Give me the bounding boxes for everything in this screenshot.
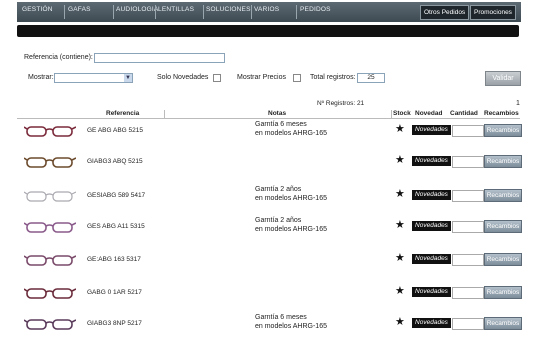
novedades-badge: Novedades xyxy=(412,318,451,328)
secondary-bar xyxy=(17,25,519,37)
glasses-thumbnail xyxy=(24,255,76,266)
row-referencia: GABG 0 1AR 5217 xyxy=(87,289,142,296)
novedades-badge: Novedades xyxy=(412,156,451,166)
recambios-button[interactable]: Recambios xyxy=(484,189,522,202)
note-line: en modelos AHRG-165 xyxy=(255,130,327,137)
row-referencia: GES ABG A11 5315 xyxy=(87,223,145,230)
cantidad-input[interactable] xyxy=(452,156,484,168)
glasses-thumbnail xyxy=(24,222,76,233)
note-line: Garntía 6 meses xyxy=(255,314,307,321)
table-row[interactable]: GESIABG 589 5417 Garntía 2 años en modelo… xyxy=(17,184,522,208)
promociones-button[interactable]: Promociones xyxy=(470,5,516,20)
mostrar-select[interactable]: ▼ xyxy=(54,73,133,83)
glasses-thumbnail xyxy=(24,319,76,330)
row-referencia: GE ABG ABG 5215 xyxy=(87,127,144,134)
nav-separator xyxy=(203,5,204,19)
nav-item-gafas[interactable]: GAFAS xyxy=(68,6,91,13)
chevron-down-icon: ▼ xyxy=(124,74,132,82)
recambios-button[interactable]: Recambios xyxy=(484,317,522,330)
novedades-badge: Novedades xyxy=(412,125,451,135)
novedades-badge: Novedades xyxy=(412,287,451,297)
referencia-input[interactable] xyxy=(94,53,225,63)
top-nav: GESTIÓN GAFAS AUDIOLOGIA LENTILLAS SOLUC… xyxy=(17,2,521,22)
novedades-badge: Novedades xyxy=(412,190,451,200)
recambios-button[interactable]: Recambios xyxy=(484,155,522,168)
table-row[interactable]: GE:ABG 163 5317 ★ Novedades Recambios xyxy=(17,248,522,272)
glasses-thumbnail xyxy=(24,288,76,299)
note-line: Garntía 2 años xyxy=(255,186,302,193)
note-line: en modelos AHRG-165 xyxy=(255,323,327,330)
note-line: en modelos AHRG-165 xyxy=(255,195,327,202)
nav-separator xyxy=(296,5,297,19)
row-notas: Garntía 2 años en modelos AHRG-165 xyxy=(255,185,327,203)
nav-item-lentillas[interactable]: LENTILLAS xyxy=(158,6,194,13)
cantidad-input[interactable] xyxy=(452,125,484,137)
registros-count: Nº Registros: 21 xyxy=(317,100,365,107)
table-row[interactable]: GIABG3 ABQ 5215 ★ Novedades Recambios xyxy=(17,150,522,174)
stock-star-icon: ★ xyxy=(395,252,405,264)
cantidad-input[interactable] xyxy=(452,318,484,330)
referencia-label: Referencia (contiene): xyxy=(24,54,93,61)
table-row[interactable]: GE ABG ABG 5215 Garntía 6 meses en modelo… xyxy=(17,119,522,143)
stock-star-icon: ★ xyxy=(395,154,405,166)
stock-star-icon: ★ xyxy=(395,123,405,135)
page-number[interactable]: 1 xyxy=(516,100,520,107)
stock-star-icon: ★ xyxy=(395,285,405,297)
nav-item-audiologia[interactable]: AUDIOLOGIA xyxy=(116,6,158,13)
nav-item-gestion[interactable]: GESTIÓN xyxy=(22,6,53,13)
mostrar-precios-label: Mostrar Precios xyxy=(237,74,287,81)
cantidad-input[interactable] xyxy=(452,190,484,202)
recambios-button[interactable]: Recambios xyxy=(484,253,522,266)
recambios-button[interactable]: Recambios xyxy=(484,220,522,233)
otros-pedidos-button[interactable]: Otros Pedidos xyxy=(420,5,470,20)
table-row[interactable]: GIABG3 8NP 5217 Garntía 6 meses en modelo… xyxy=(17,312,522,336)
row-referencia: GIABG3 8NP 5217 xyxy=(87,320,142,327)
mostrar-precios-checkbox[interactable] xyxy=(293,74,301,82)
stock-star-icon: ★ xyxy=(395,188,405,200)
glasses-thumbnail xyxy=(24,157,76,168)
novedades-badge: Novedades xyxy=(412,221,451,231)
row-referencia: GESIABG 589 5417 xyxy=(87,192,146,199)
recambios-button[interactable]: Recambios xyxy=(484,286,522,299)
total-registros-input[interactable]: 25 xyxy=(357,73,385,83)
note-line: en modelos AHRG-165 xyxy=(255,226,327,233)
nav-separator xyxy=(64,5,65,19)
row-referencia: GE:ABG 163 5317 xyxy=(87,256,141,263)
total-registros-label: Total registros: xyxy=(310,74,356,81)
nav-item-soluciones[interactable]: SOLUCIONES xyxy=(206,6,251,13)
nav-separator xyxy=(155,5,156,19)
cantidad-input[interactable] xyxy=(452,221,484,233)
glasses-thumbnail xyxy=(24,126,76,137)
glasses-thumbnail xyxy=(24,191,76,202)
row-referencia: GIABG3 ABQ 5215 xyxy=(87,158,143,165)
validar-button[interactable]: Validar xyxy=(485,71,521,86)
nav-separator xyxy=(251,5,252,19)
note-line: Garntía 2 años xyxy=(255,217,302,224)
nav-item-pedidos[interactable]: PEDIDOS xyxy=(300,6,331,13)
row-notas: Garntía 2 años en modelos AHRG-165 xyxy=(255,216,327,234)
nav-item-varios[interactable]: VARIOS xyxy=(254,6,279,13)
table-row[interactable]: GABG 0 1AR 5217 ★ Novedades Recambios xyxy=(17,281,522,305)
header-divider xyxy=(391,110,392,118)
stock-star-icon: ★ xyxy=(395,316,405,328)
header-divider xyxy=(164,110,165,118)
table-row[interactable]: GES ABG A11 5315 Garntía 2 años en modelo… xyxy=(17,215,522,239)
nav-separator xyxy=(113,5,114,19)
mostrar-label: Mostrar: xyxy=(28,74,54,81)
note-line: Garntía 6 meses xyxy=(255,121,307,128)
solo-novedades-label: Solo Novedades xyxy=(157,74,209,81)
novedades-badge: Novedades xyxy=(412,254,451,264)
cantidad-input[interactable] xyxy=(452,287,484,299)
row-notas: Garntía 6 meses en modelos AHRG-165 xyxy=(255,120,327,138)
solo-novedades-checkbox[interactable] xyxy=(213,74,221,82)
recambios-button[interactable]: Recambios xyxy=(484,124,522,137)
stock-star-icon: ★ xyxy=(395,219,405,231)
cantidad-input[interactable] xyxy=(452,254,484,266)
row-notas: Garntía 6 meses en modelos AHRG-165 xyxy=(255,313,327,331)
